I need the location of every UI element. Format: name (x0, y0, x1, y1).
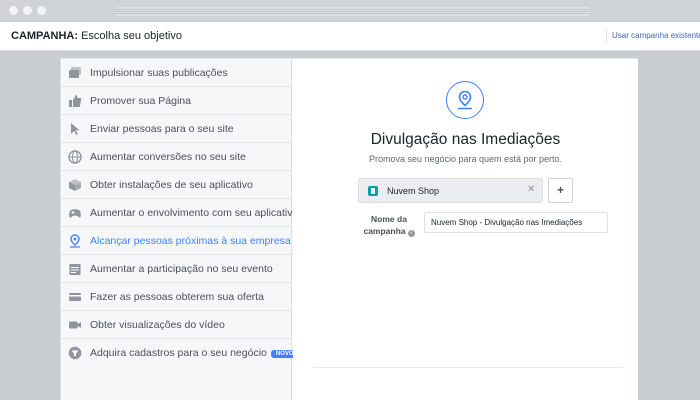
objective-label: Impulsionar suas publicações (90, 67, 228, 79)
objective-item-boost-posts[interactable]: Impulsionar suas publicações (61, 59, 291, 87)
posts-icon (68, 66, 82, 80)
campaign-name-label: Nome da campanha i (357, 213, 421, 237)
pane-divider (313, 367, 623, 368)
window-maximize-dot[interactable] (37, 6, 46, 15)
objective-item-lead-generation[interactable]: Adquira cadastros para o seu negócio NOVO (61, 339, 299, 367)
window-close-dot[interactable] (9, 6, 18, 15)
objective-item-offer-claims[interactable]: Fazer as pessoas obterem sua oferta (61, 283, 291, 311)
page-header: CAMPANHA: Escolha seu objetivo Usar camp… (0, 22, 700, 51)
info-icon[interactable]: i (407, 230, 415, 237)
video-camera-icon (68, 318, 82, 332)
remove-page-icon[interactable]: ✕ (527, 184, 535, 195)
page-title: CAMPANHA: Escolha seu objetivo (11, 30, 182, 42)
cursor-icon (68, 122, 82, 136)
objective-item-promote-page[interactable]: Promover sua Página (61, 87, 291, 115)
objective-label: Alcançar pessoas próximas à sua empresa (90, 235, 291, 247)
objective-label: Aumentar conversões no seu site (90, 151, 246, 163)
campaign-label-line2: campanha (363, 226, 406, 236)
page-selector[interactable]: Nuvem Shop ✕ (358, 178, 543, 203)
selected-page-name: Nuvem Shop (387, 186, 440, 196)
objective-description: Promova seu negócio para quem está por p… (368, 154, 563, 164)
objective-label: Obter visualizações do vídeo (90, 319, 225, 331)
funnel-icon (68, 346, 82, 360)
window-minimize-dot[interactable] (23, 6, 32, 15)
gamepad-icon (68, 206, 82, 220)
calendar-icon (68, 262, 82, 276)
objective-item-website-clicks[interactable]: Enviar pessoas para o seu site (61, 115, 291, 143)
header-divider (606, 30, 607, 42)
objective-list: Impulsionar suas publicações Promover su… (61, 59, 299, 400)
page-avatar-icon (368, 186, 378, 196)
browser-chrome (0, 0, 700, 22)
page-title-strong: CAMPANHA: (11, 30, 79, 42)
box-icon (68, 178, 82, 192)
objective-label: Fazer as pessoas obterem sua oferta (90, 291, 264, 303)
use-existing-campaign-link[interactable]: Usar campanha existente (612, 31, 700, 40)
objective-label: Promover sua Página (90, 95, 191, 107)
objective-item-app-installs[interactable]: Obter instalações de seu aplicativo (61, 171, 291, 199)
objective-label: Adquira cadastros para o seu negócio NOVO (90, 347, 299, 359)
thumbs-up-icon (68, 94, 82, 108)
objective-label: Aumentar o envolvimento com seu aplicati… (90, 207, 299, 219)
location-pin-icon (68, 234, 82, 248)
page-title-rest: Escolha seu objetivo (78, 30, 182, 42)
campaign-label-line1: Nome da (371, 214, 407, 224)
objective-item-event-responses[interactable]: Aumentar a participação no seu evento (61, 255, 291, 283)
objective-label: Obter instalações de seu aplicativo (90, 179, 253, 191)
location-pin-icon (446, 81, 484, 119)
objective-item-conversions[interactable]: Aumentar conversões no seu site (61, 143, 291, 171)
objective-label: Enviar pessoas para o seu site (90, 123, 234, 135)
address-bar[interactable] (116, 7, 590, 16)
objective-detail: Divulgação nas Imediações Promova seu ne… (293, 59, 638, 400)
objective-item-local-awareness[interactable]: Alcançar pessoas próximas à sua empresa (61, 227, 291, 255)
objective-panel: Impulsionar suas publicações Promover su… (60, 58, 638, 400)
objective-title: Divulgação nas Imediações (370, 131, 561, 148)
objective-label-text: Adquira cadastros para o seu negócio (90, 347, 267, 359)
add-page-button[interactable]: + (548, 178, 573, 203)
globe-icon (68, 150, 82, 164)
objective-item-app-engagement[interactable]: Aumentar o envolvimento com seu aplicati… (61, 199, 298, 227)
objective-item-video-views[interactable]: Obter visualizações do vídeo (61, 311, 291, 339)
campaign-name-input[interactable] (424, 212, 608, 233)
offer-icon (68, 290, 82, 304)
objective-label: Aumentar a participação no seu evento (90, 263, 273, 275)
